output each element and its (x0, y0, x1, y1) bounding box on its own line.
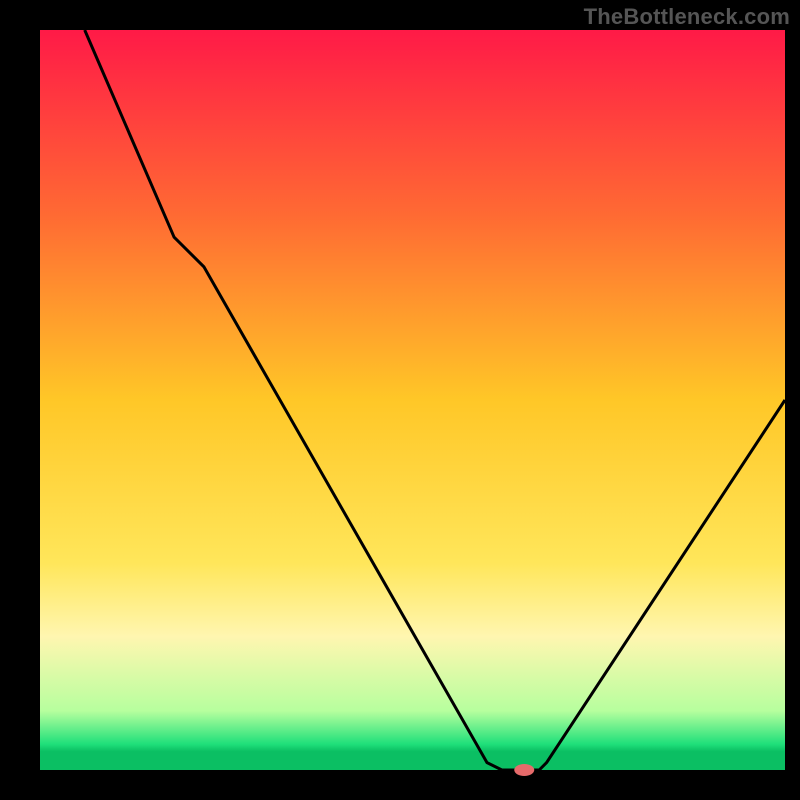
chart-container: TheBottleneck.com (0, 0, 800, 800)
bottleneck-chart (0, 0, 800, 800)
watermark-text: TheBottleneck.com (584, 4, 790, 30)
plot-background (40, 30, 785, 770)
optimum-marker (514, 764, 534, 776)
